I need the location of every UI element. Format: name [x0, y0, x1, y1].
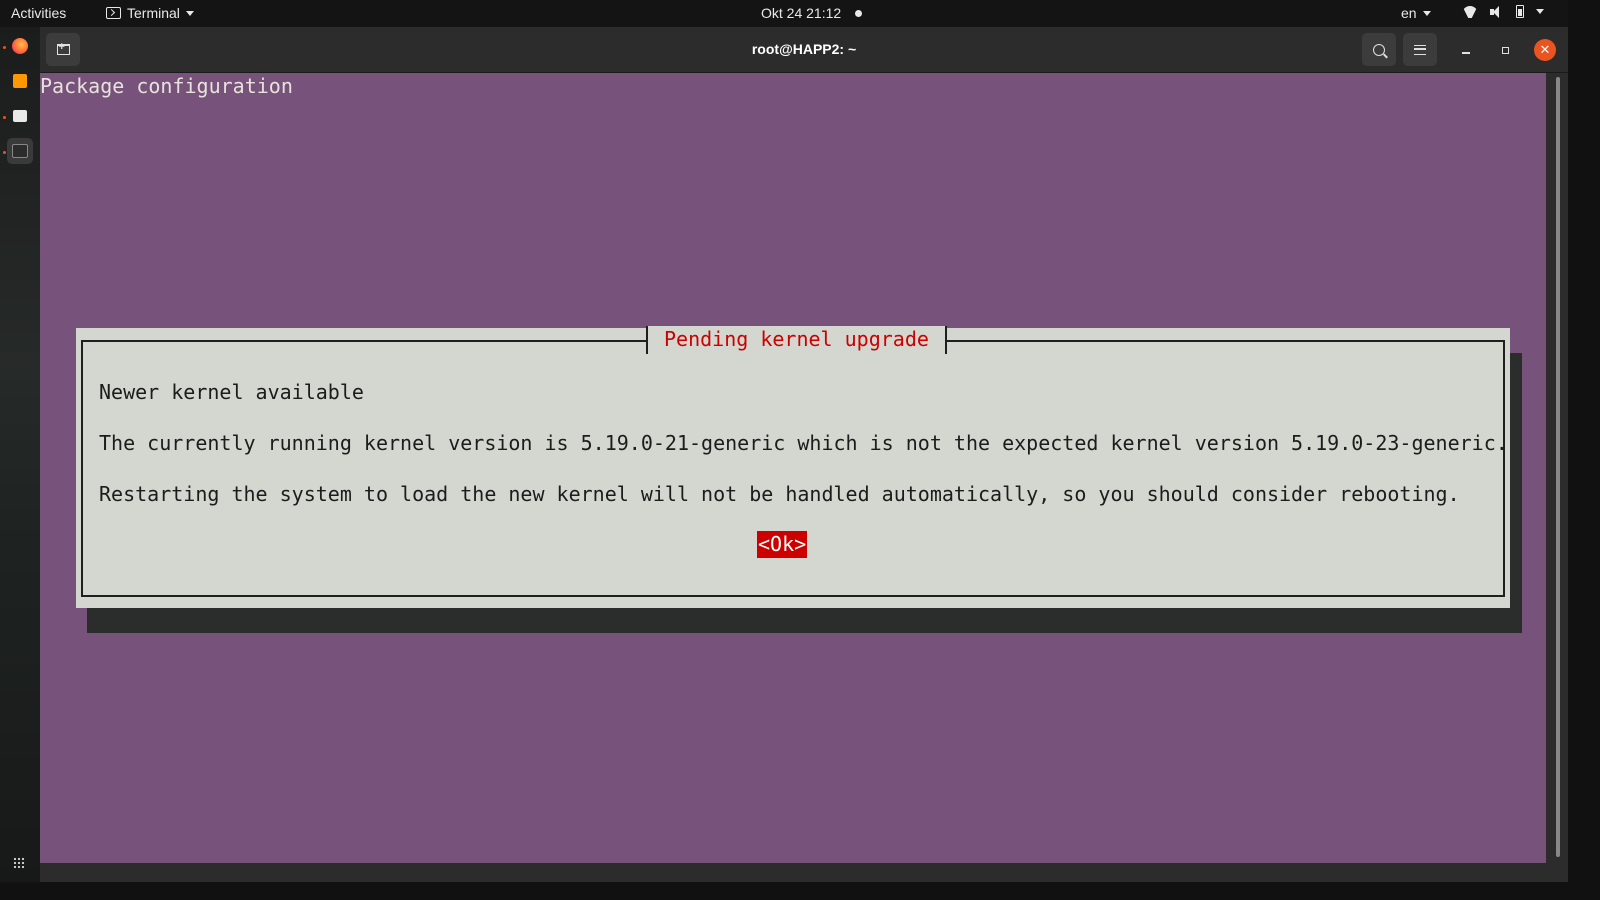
window-header-bar: root@HAPP2: ~ ✕: [40, 27, 1568, 73]
window-title: root@HAPP2: ~: [751, 41, 857, 57]
dock-item-files[interactable]: [7, 103, 33, 129]
dialog-line-kernel-version: The currently running kernel version is …: [99, 431, 1508, 455]
dialog-frame: [81, 340, 1505, 597]
running-indicator: [3, 151, 6, 154]
chevron-down-icon: [1422, 10, 1431, 16]
maximize-icon: [1501, 46, 1509, 54]
pending-kernel-dialog: [76, 328, 1510, 608]
package-configuration-header: Package configuration: [40, 74, 293, 98]
dialog-title: Pending kernel upgrade: [646, 326, 947, 354]
maximize-button[interactable]: [1494, 39, 1516, 61]
dock-item-sublime-text[interactable]: [7, 68, 33, 94]
dock: [0, 27, 40, 882]
terminal-icon: [12, 144, 28, 158]
dock-item-firefox[interactable]: [7, 33, 33, 59]
battery-icon: [1516, 5, 1524, 18]
hamburger-menu-icon: [1414, 44, 1426, 55]
running-indicator: [3, 46, 6, 49]
dialog-line-newer-kernel: Newer kernel available: [99, 380, 364, 404]
terminal-area[interactable]: Package configuration Pending kernel upg…: [40, 73, 1546, 863]
close-button[interactable]: ✕: [1534, 39, 1556, 61]
running-indicator: [3, 116, 6, 119]
firefox-icon: [12, 38, 28, 54]
show-applications-grid-icon[interactable]: [13, 857, 25, 869]
dialog-line-restart-notice: Restarting the system to load the new ke…: [99, 482, 1460, 506]
search-button[interactable]: [1362, 33, 1396, 66]
chevron-down-icon: [1536, 9, 1544, 14]
minimize-button[interactable]: [1455, 39, 1477, 61]
language-label: en: [1401, 5, 1417, 21]
datetime-label: Okt 24 21:12: [761, 5, 842, 21]
app-menu-label: Terminal: [127, 5, 180, 21]
sublime-text-icon: [13, 74, 27, 88]
dock-item-terminal[interactable]: [7, 138, 33, 164]
search-icon: [1373, 43, 1385, 56]
clock-button[interactable]: Okt 24 21:12: [761, 5, 863, 21]
terminal-small-icon: [106, 7, 121, 19]
top-bar: Activities Terminal Okt 24 21:12 en: [0, 0, 1568, 27]
volume-icon: [1490, 5, 1504, 18]
files-icon: [13, 110, 27, 122]
language-selector[interactable]: en: [1401, 5, 1431, 21]
wifi-icon: [1462, 6, 1478, 18]
activities-button[interactable]: Activities: [11, 5, 66, 21]
system-tray[interactable]: [1462, 5, 1544, 18]
menu-button[interactable]: [1403, 33, 1437, 66]
scrollbar-thumb[interactable]: [1556, 77, 1560, 857]
notification-dot-icon: [855, 9, 863, 17]
chevron-down-icon: [185, 10, 194, 16]
ok-button[interactable]: <Ok>: [757, 531, 808, 558]
window-bottom-edge: [40, 863, 1568, 882]
terminal-window: root@HAPP2: ~ ✕ Package configuration Pe…: [40, 27, 1568, 882]
minimize-icon: [1462, 52, 1470, 54]
scrollbar[interactable]: [1546, 73, 1568, 863]
app-menu[interactable]: Terminal: [106, 5, 194, 21]
